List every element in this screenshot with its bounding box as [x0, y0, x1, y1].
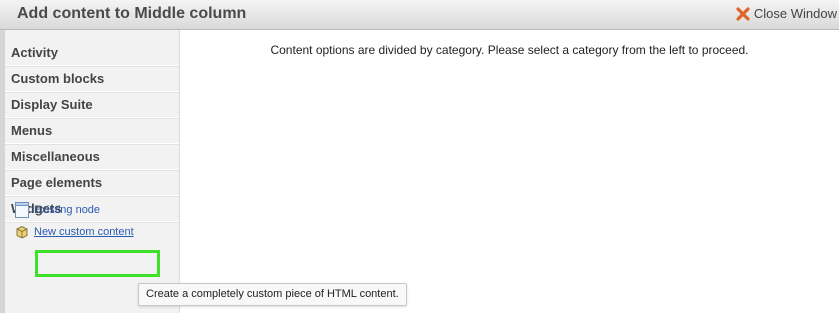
close-x-icon	[736, 6, 750, 21]
new-custom-content-item[interactable]: New custom content	[14, 221, 134, 243]
category-activity[interactable]: Activity	[5, 40, 179, 66]
category-miscellaneous[interactable]: Miscellaneous	[5, 144, 179, 170]
category-custom-blocks[interactable]: Custom blocks	[5, 66, 179, 92]
new-custom-content-link[interactable]: New custom content	[34, 226, 134, 238]
content-instructions: Content options are divided by category.…	[270, 43, 749, 57]
close-window-label: Close Window	[753, 6, 837, 21]
category-menus[interactable]: Menus	[5, 118, 179, 144]
add-content-modal: Add content to Middle column Close Windo…	[0, 0, 839, 313]
category-display-suite[interactable]: Display Suite	[5, 92, 179, 118]
existing-node-item[interactable]: Existing node	[14, 199, 134, 221]
highlight-box	[35, 250, 160, 277]
modal-titlebar: Add content to Middle column Close Windo…	[0, 0, 839, 30]
close-window-button[interactable]: Close Window	[736, 6, 837, 21]
node-icon	[14, 202, 30, 218]
tooltip: Create a completely custom piece of HTML…	[138, 283, 407, 306]
existing-node-link[interactable]: Existing node	[34, 204, 100, 216]
custom-content-icon	[14, 224, 30, 240]
category-page-elements[interactable]: Page elements	[5, 170, 179, 196]
extra-content-links: Existing node New custom content	[14, 199, 134, 243]
modal-title: Add content to Middle column	[17, 5, 247, 22]
